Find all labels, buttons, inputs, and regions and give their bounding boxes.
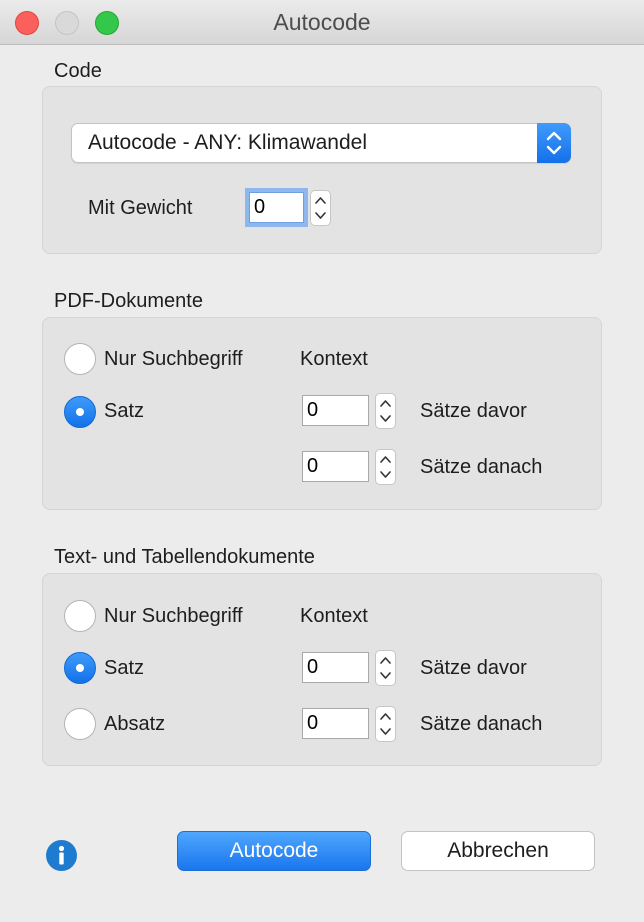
pdf-radio-search-term[interactable] (64, 343, 96, 375)
text-radio-sentence-label: Satz (104, 657, 145, 679)
pdf-before-field[interactable]: 0 (302, 395, 369, 426)
pdf-after-field[interactable]: 0 (302, 451, 369, 482)
text-before-field[interactable]: 0 (302, 652, 369, 683)
pdf-radio-sentence[interactable] (64, 396, 96, 428)
text-before-label: Sätze davor (420, 657, 527, 679)
stepper-arrows-icon (380, 713, 391, 735)
text-radio-search-term[interactable] (64, 600, 96, 632)
stepper-arrows-icon (315, 197, 326, 219)
autocode-dialog: Autocode Code Autocode - ANY: Klimawande… (0, 0, 644, 922)
text-radio-paragraph-label: Absatz (104, 713, 166, 735)
autocode-button[interactable]: Autocode (177, 831, 371, 871)
pdf-before-stepper[interactable] (375, 393, 396, 429)
code-select-value: Autocode - ANY: Klimawandel (88, 131, 367, 154)
text-before-stepper[interactable] (375, 650, 396, 686)
text-radio-sentence[interactable] (64, 652, 96, 684)
pdf-radio-sentence-label: Satz (104, 400, 145, 422)
radio-dot-icon (76, 408, 84, 416)
weight-stepper[interactable] (310, 190, 331, 226)
text-after-stepper[interactable] (375, 706, 396, 742)
pdf-after-label: Sätze danach (420, 456, 543, 478)
code-section-title: Code (54, 60, 102, 82)
text-radio-paragraph[interactable] (64, 708, 96, 740)
text-after-field[interactable]: 0 (302, 708, 369, 739)
text-radio-search-term-label: Nur Suchbegriff (104, 605, 243, 627)
stepper-arrows-icon (380, 657, 391, 679)
pdf-after-stepper[interactable] (375, 449, 396, 485)
pdf-section-title: PDF-Dokumente (54, 290, 203, 312)
text-section-title: Text- und Tabellendokumente (54, 546, 315, 568)
updown-chevron-icon (537, 123, 571, 163)
pdf-context-label: Kontext (300, 348, 368, 370)
window-title: Autocode (273, 9, 371, 35)
pdf-before-label: Sätze davor (420, 400, 527, 422)
code-section-box (42, 86, 602, 254)
weight-label: Mit Gewicht (88, 197, 193, 219)
pdf-radio-search-term-label: Nur Suchbegriff (104, 348, 243, 370)
code-select[interactable]: Autocode - ANY: Klimawandel (71, 123, 571, 163)
stepper-arrows-icon (380, 400, 391, 422)
text-context-label: Kontext (300, 605, 368, 627)
cancel-button[interactable]: Abbrechen (401, 831, 595, 871)
weight-field[interactable]: 0 (249, 192, 304, 223)
stepper-arrows-icon (380, 456, 391, 478)
info-icon[interactable] (46, 840, 77, 871)
radio-dot-icon (76, 664, 84, 672)
title-bar: Autocode (0, 0, 644, 45)
text-after-label: Sätze danach (420, 713, 543, 735)
